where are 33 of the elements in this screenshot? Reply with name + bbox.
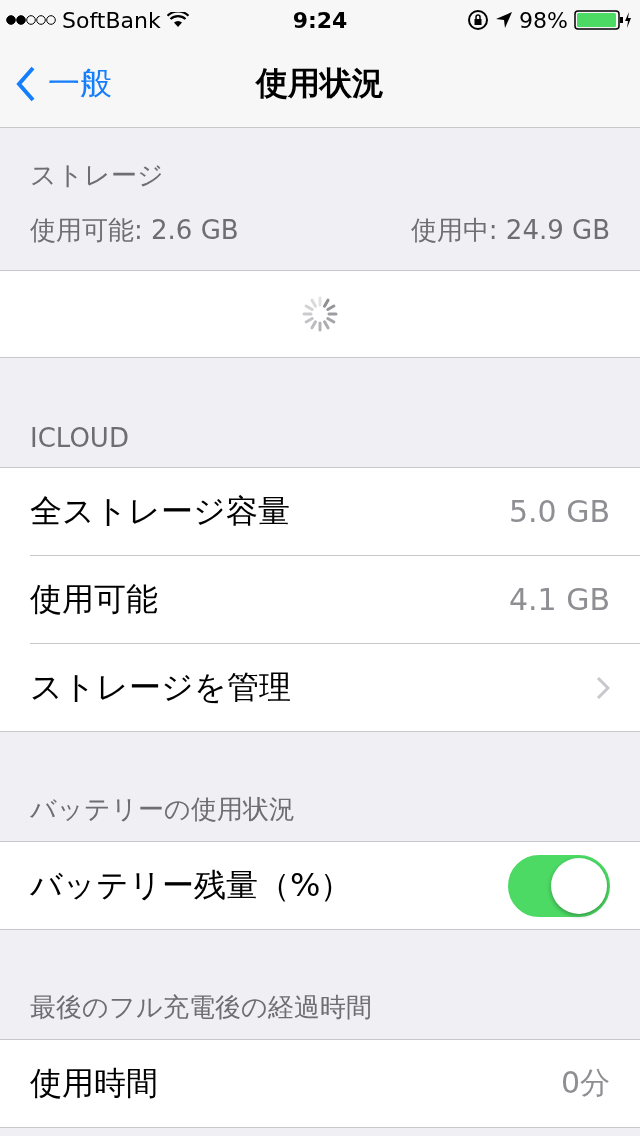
row-value: 0分 — [560, 1064, 610, 1102]
section-header: ストレージ — [30, 159, 165, 192]
section-header: バッテリーの使用状況 — [30, 793, 295, 826]
section-header: ICLOUD — [30, 423, 129, 453]
battery-icon — [574, 9, 632, 31]
settings-row[interactable]: 使用可能 4.1 GB — [30, 555, 640, 643]
battery-percent: 98% — [519, 7, 568, 33]
settings-row[interactable]: 全ストレージ容量 5.0 GB — [0, 468, 640, 555]
settings-row[interactable]: ストレージを管理 — [30, 643, 640, 731]
wifi-icon — [166, 12, 189, 28]
row-label: バッテリー残量（%） — [30, 864, 353, 906]
status-time: 9:24 — [291, 7, 349, 33]
row-label: ストレージを管理 — [30, 666, 291, 708]
row-label: 使用時間 — [30, 1062, 158, 1104]
signal-icon — [6, 14, 56, 26]
toggle-switch[interactable] — [508, 854, 610, 917]
row-value: 5.0 GB — [508, 494, 610, 529]
chevron-left-icon — [16, 65, 36, 103]
row-value: 4.1 GB — [508, 582, 610, 617]
back-button[interactable]: 一般 — [0, 62, 112, 106]
used-storage: 使用中: 24.9 GB — [410, 214, 610, 247]
page-title: 使用状況 — [254, 63, 385, 104]
location-arrow-icon — [495, 11, 514, 29]
chevron-right-icon — [596, 675, 610, 700]
settings-row[interactable]: バッテリー残量（%） — [0, 842, 640, 929]
settings-row[interactable]: 使用時間 0分 — [0, 1040, 640, 1127]
row-label: 全ストレージ容量 — [30, 490, 290, 532]
rotation-lock-icon — [467, 9, 490, 31]
loading-spinner-icon — [300, 294, 340, 334]
available-storage: 使用可能: 2.6 GB — [30, 214, 239, 247]
carrier-name: SoftBank — [62, 7, 161, 33]
row-label: 使用可能 — [30, 578, 158, 620]
section-header: 最後のフル充電後の経過時間 — [30, 991, 372, 1024]
